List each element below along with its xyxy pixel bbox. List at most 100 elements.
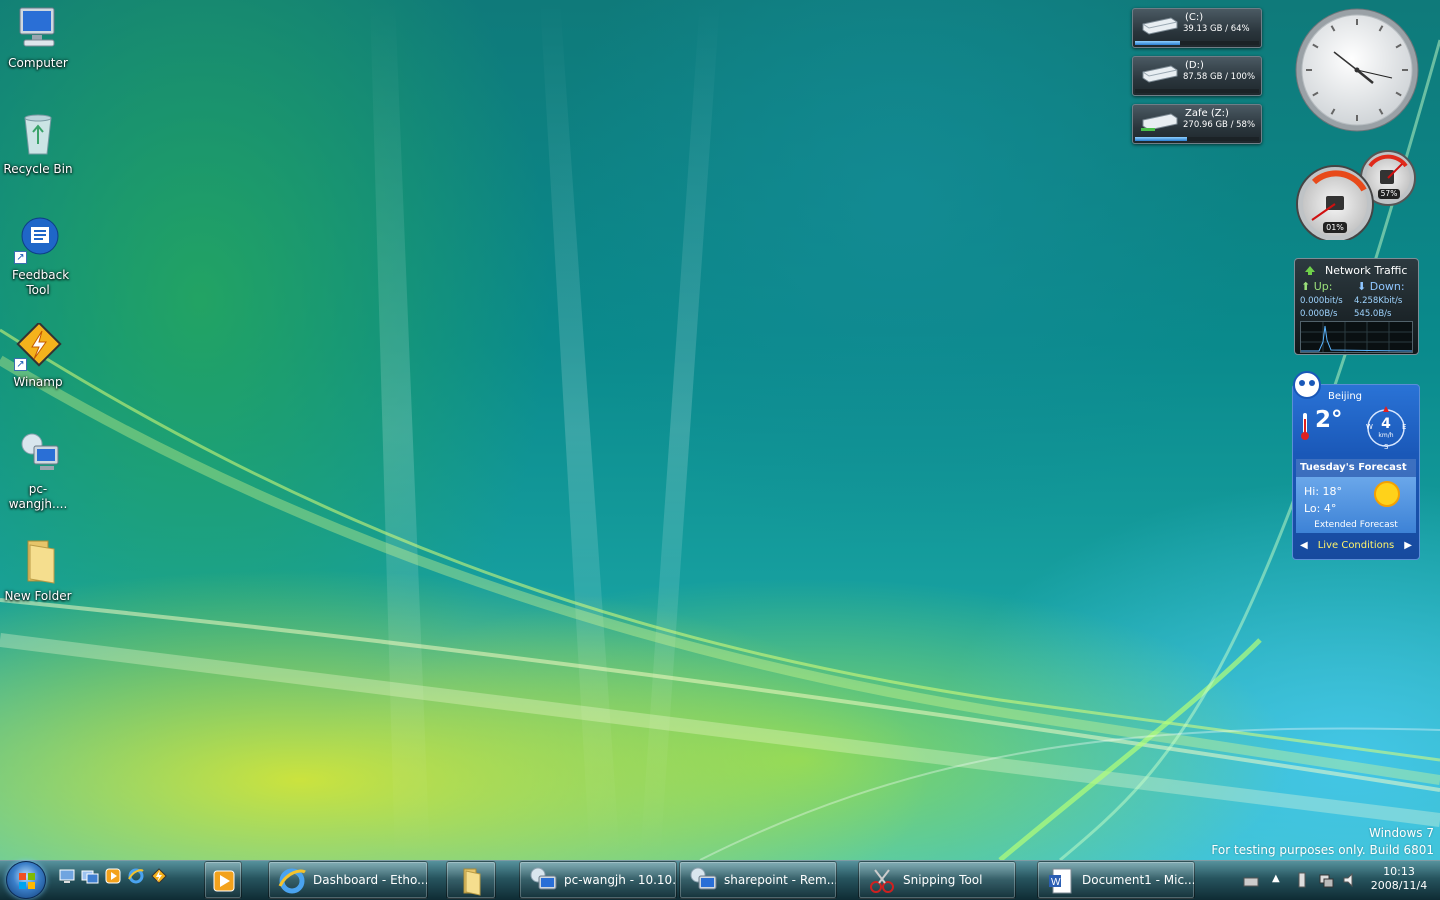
drive-usage-bar — [1135, 89, 1259, 93]
remote-desktop-icon — [14, 430, 62, 478]
windows-logo-icon — [18, 872, 36, 894]
taskbar-clock[interactable]: 10:13 2008/11/4 — [1364, 865, 1434, 893]
word-document-icon: W — [1046, 866, 1076, 896]
sun-icon — [1372, 479, 1402, 513]
desktop-icon-remote-desktop[interactable]: pc-wangjh.... — [0, 430, 76, 512]
forecast-panel: Hi: 18° Lo: 4° Extended Forecast — [1296, 477, 1416, 533]
weather-city: Beijing — [1328, 391, 1363, 402]
drive-gadget-z[interactable]: Zafe (Z:) 270.96 GB / 58% — [1132, 104, 1262, 144]
compass-south: S — [1384, 443, 1389, 451]
desktop-icon-label: Winamp — [13, 375, 63, 389]
download-bits: 4.258Kbit/s — [1354, 296, 1403, 306]
live-conditions-bar[interactable]: ◀ Live Conditions ▶ — [1296, 537, 1416, 555]
start-button[interactable] — [6, 861, 46, 899]
live-conditions-label: Live Conditions — [1317, 540, 1395, 551]
weather-panel: Beijing 2° 4 km/h W E S Tuesday's Foreca… — [1292, 384, 1420, 560]
drive-usage-fill — [1135, 137, 1188, 141]
drive-name: (C:) — [1185, 12, 1204, 23]
feedback-tool-icon: ↗ — [14, 216, 62, 264]
drive-name: (D:) — [1185, 60, 1204, 71]
internet-explorer-icon — [277, 866, 307, 896]
folder-icon — [14, 537, 62, 585]
taskbar-item-label: Dashboard - Etho... — [313, 873, 428, 887]
download-label: ⬇ Down: — [1357, 280, 1405, 293]
drive-info: 87.58 GB / 100% — [1183, 72, 1256, 82]
extended-forecast-link[interactable]: Extended Forecast — [1296, 520, 1416, 530]
compass-east: E — [1402, 423, 1407, 431]
desktop-icon-new-folder[interactable]: New Folder — [0, 537, 76, 604]
snipping-tool-icon — [867, 866, 897, 896]
taskbar-item-pc-wangjh[interactable]: pc-wangjh - 10.10... — [519, 861, 677, 899]
desktop-icon-label: Feedback Tool — [12, 268, 70, 297]
network-icon — [1303, 264, 1317, 279]
wind-compass-icon: 4 km/h W E S — [1363, 405, 1409, 451]
compass-west: W — [1366, 423, 1373, 431]
shortcut-arrow-icon: ↗ — [14, 251, 27, 264]
drive-gadget-c[interactable]: (C:) 39.13 GB / 64% — [1132, 8, 1262, 48]
network-status-icon[interactable] — [1318, 872, 1334, 892]
desktop-icon-feedback-tool[interactable]: ↗ Feedback Tool — [0, 216, 76, 298]
desktop-icon-label: Recycle Bin — [3, 162, 73, 176]
upload-label: ⬆ Up: — [1301, 280, 1332, 293]
usb-icon[interactable] — [1296, 872, 1308, 892]
network-traffic-gadget[interactable]: Network Traffic ⬆ Up: ⬇ Down: 0.000bit/s… — [1294, 258, 1419, 355]
drive-usage-fill — [1135, 41, 1180, 45]
clock-time: 10:13 — [1383, 865, 1415, 878]
weather-badge-icon — [1292, 370, 1322, 400]
upload-label-text: Up: — [1313, 280, 1333, 293]
taskbar-item-media-player[interactable] — [204, 861, 242, 899]
clock-gadget[interactable] — [1294, 7, 1420, 133]
drive-gadget-d[interactable]: (D:) 87.58 GB / 100% — [1132, 56, 1262, 96]
weather-gadget[interactable]: Beijing 2° 4 km/h W E S Tuesday's Foreca… — [1290, 368, 1422, 560]
recycle-bin-icon — [14, 110, 62, 158]
network-drive-icon — [1139, 110, 1179, 132]
drive-usage-bar — [1135, 41, 1259, 45]
internet-explorer-icon[interactable] — [127, 867, 145, 885]
winamp-icon[interactable] — [150, 867, 168, 885]
shortcut-arrow-icon: ↗ — [14, 358, 27, 371]
explorer-folder-icon — [456, 866, 486, 896]
previous-arrow-icon[interactable]: ◀ — [1300, 537, 1308, 555]
drive-name: Zafe (Z:) — [1185, 108, 1229, 119]
ram-usage-label: 57% — [1378, 189, 1400, 199]
desktop-icon-computer[interactable]: Computer — [0, 4, 76, 71]
show-desktop-icon[interactable] — [58, 867, 76, 885]
taskbar-item-sharepoint[interactable]: sharepoint - Rem... — [679, 861, 837, 899]
desktop-icon-label: pc-wangjh.... — [8, 482, 68, 511]
forecast-day: Tuesday's Forecast — [1296, 459, 1416, 477]
taskbar-item-dashboard[interactable]: Dashboard - Etho... — [268, 861, 428, 899]
cpu-meter-gadget[interactable]: 01% 57% — [1292, 148, 1420, 243]
desktop-icon-label: Computer — [8, 56, 68, 70]
download-label-text: Down: — [1369, 280, 1405, 293]
remote-desktop-icon — [528, 866, 558, 896]
download-bytes: 545.0B/s — [1354, 309, 1392, 319]
taskbar-item-label: sharepoint - Rem... — [724, 873, 837, 887]
upload-bits: 0.000bit/s — [1300, 296, 1343, 306]
drive-usage-bar — [1135, 137, 1259, 141]
remote-desktop-icon — [688, 866, 718, 896]
show-hidden-icons-icon[interactable]: ▲ — [1272, 873, 1280, 884]
switch-windows-icon[interactable] — [81, 867, 99, 885]
taskbar-item-label: Document1 - Mic... — [1082, 873, 1195, 887]
up-arrow-icon: ⬆ — [1301, 280, 1311, 293]
media-player-icon — [209, 866, 239, 896]
taskbar-item-label: Snipping Tool — [903, 873, 983, 887]
taskbar-item-explorer[interactable] — [446, 861, 496, 899]
media-player-icon[interactable] — [104, 867, 122, 885]
desktop-icon-recycle-bin[interactable]: Recycle Bin — [0, 110, 76, 177]
volume-icon[interactable] — [1342, 872, 1358, 892]
desktop-icon-winamp[interactable]: ↗ Winamp — [0, 321, 76, 390]
taskbar-item-document1[interactable]: W Document1 - Mic... — [1037, 861, 1195, 899]
svg-text:W: W — [1051, 877, 1061, 888]
keyboard-icon[interactable] — [1243, 873, 1259, 892]
next-arrow-icon[interactable]: ▶ — [1404, 537, 1412, 555]
taskbar-item-snipping-tool[interactable]: Snipping Tool — [858, 861, 1016, 899]
forecast-high: Hi: 18° — [1304, 485, 1343, 498]
network-title: Network Traffic — [1325, 264, 1408, 277]
winamp-icon: ↗ — [14, 321, 62, 371]
upload-bytes: 0.000B/s — [1300, 309, 1338, 319]
drive-info: 270.96 GB / 58% — [1183, 120, 1256, 130]
hard-drive-icon — [1139, 14, 1179, 36]
desktop-icon-label: New Folder — [4, 589, 72, 603]
forecast-low: Lo: 4° — [1304, 502, 1337, 515]
